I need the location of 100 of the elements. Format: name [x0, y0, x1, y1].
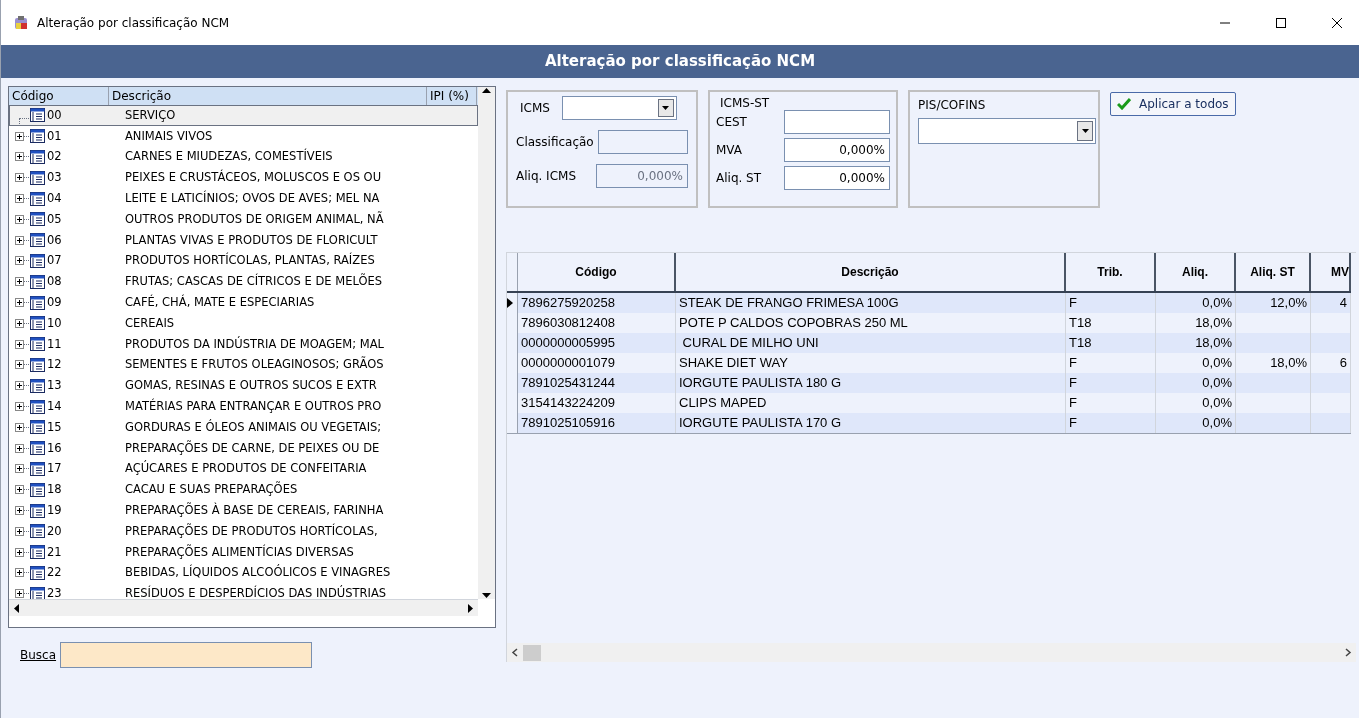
aliq-icms-label: Aliq. ICMS — [516, 168, 576, 185]
tree-item[interactable]: 10 CEREAIS — [9, 312, 478, 334]
icms-label: ICMS — [520, 100, 550, 117]
pis-cofins-title: PIS/COFINS — [918, 97, 987, 114]
scroll-left-icon[interactable] — [511, 648, 519, 657]
tree-item[interactable]: 09 CAFÉ, CHÁ, MATE E ESPECIARIAS — [9, 292, 478, 313]
expand-icon[interactable] — [15, 381, 24, 391]
tree-item[interactable]: 21 PREPARAÇÕES ALIMENTÍCIAS DIVERSAS — [9, 541, 478, 563]
app-icon — [13, 14, 29, 31]
column-header[interactable]: Descrição — [676, 253, 1066, 291]
mva-field[interactable]: 0,000% — [784, 138, 890, 162]
table-icon — [30, 461, 45, 476]
table-cell: F — [1066, 413, 1156, 433]
tree-item[interactable]: 16 PREPARAÇÕES DE CARNE, DE PEIXES OU DE — [9, 437, 478, 459]
expand-icon[interactable] — [15, 235, 24, 245]
aliq-st-field[interactable]: 0,000% — [784, 166, 890, 190]
table-icon — [30, 357, 45, 372]
table-icon — [30, 170, 45, 185]
expand-icon[interactable] — [15, 485, 24, 495]
column-header[interactable]: Aliq. — [1156, 253, 1236, 291]
scroll-right-icon[interactable] — [1344, 648, 1352, 657]
table-icon — [30, 337, 45, 352]
dropdown-arrow-icon — [1081, 129, 1089, 133]
cest-label: CEST — [716, 114, 747, 131]
maximize-icon[interactable] — [1275, 16, 1287, 29]
tree-item[interactable]: 06 PLANTAS VIVAS E PRODUTOS DE FLORICULT — [9, 229, 478, 251]
scroll-right-icon[interactable] — [466, 603, 474, 613]
table-icon — [30, 586, 45, 599]
column-header[interactable]: MV — [1311, 253, 1351, 291]
scroll-thumb[interactable] — [523, 644, 541, 661]
tree-item[interactable]: 13 GOMAS, RESINAS E OUTROS SUCOS E EXTR — [9, 375, 478, 397]
horizontal-scrollbar[interactable] — [507, 643, 1356, 662]
tree-item[interactable]: 20 PREPARAÇÕES DE PRODUTOS HORTÍCOLAS, — [9, 520, 478, 542]
search-field[interactable] — [60, 642, 313, 668]
close-icon[interactable] — [1331, 16, 1343, 29]
expand-icon[interactable] — [15, 402, 24, 412]
scroll-down-icon[interactable] — [482, 591, 491, 599]
pis-cofins-dropdown[interactable] — [918, 118, 1096, 144]
aliq-icms-field[interactable]: 0,000% — [596, 164, 688, 188]
tree-item[interactable]: 00 SERVIÇO — [9, 105, 478, 126]
expand-icon[interactable] — [15, 152, 24, 162]
expand-icon[interactable] — [15, 194, 24, 204]
table-icon — [30, 150, 45, 164]
table-icon — [30, 524, 45, 539]
tree-item[interactable]: 17 AÇÚCARES E PRODUTOS DE CONFEITARIA — [9, 458, 478, 480]
horizontal-scrollbar[interactable] — [9, 599, 478, 616]
column-header[interactable]: Trib. — [1066, 253, 1156, 291]
expand-icon[interactable] — [15, 360, 24, 370]
table-icon — [30, 482, 45, 497]
tree-item[interactable]: 22 BEBIDAS, LÍQUIDOS ALCOÓLICOS E VINAGRES — [9, 562, 478, 584]
expand-icon[interactable] — [15, 506, 24, 516]
expand-icon[interactable] — [15, 131, 24, 141]
row-pointer-icon — [507, 298, 513, 308]
expand-icon[interactable] — [15, 589, 24, 599]
expand-icon[interactable] — [15, 526, 24, 536]
vertical-scrollbar[interactable] — [478, 87, 495, 599]
scroll-left-icon[interactable] — [13, 603, 21, 613]
column-header[interactable]: Código — [518, 253, 676, 291]
tree-item[interactable]: 04 LEITE E LATICÍNIOS; OVOS DE AVES; MEL NA — [9, 188, 478, 209]
expand-icon[interactable] — [15, 298, 24, 308]
table-icon — [30, 441, 45, 456]
table-icon — [30, 378, 45, 393]
row-header[interactable] — [507, 293, 518, 313]
expand-icon[interactable] — [15, 173, 24, 183]
expand-icon[interactable] — [15, 568, 24, 578]
expand-icon[interactable] — [15, 422, 24, 432]
tree-item[interactable]: 14 MATÉRIAS PARA ENTRANÇAR E OUTROS PRO — [9, 396, 478, 417]
apply-all-button[interactable]: Aplicar a todos — [1110, 92, 1236, 116]
expand-icon[interactable] — [15, 339, 24, 349]
table-icon — [30, 399, 45, 414]
tree-item[interactable]: 02 CARNES E MIUDEZAS, COMESTÍVEIS — [9, 146, 478, 168]
tree-item[interactable]: 01 ANIMAIS VIVOS — [9, 125, 478, 147]
table-icon — [30, 565, 45, 580]
cest-field[interactable] — [784, 110, 890, 134]
icms-dropdown[interactable] — [561, 96, 677, 120]
tree-item[interactable]: 03 PEIXES E CRUSTÁCEOS, MOLUSCOS E OS OU — [9, 167, 478, 189]
classificacao-field[interactable] — [597, 130, 688, 154]
tree-item[interactable]: 11 PRODUTOS DA INDÚSTRIA DE MOAGEM; MAL — [9, 333, 478, 355]
scroll-up-icon[interactable] — [482, 87, 491, 95]
table-icon — [30, 108, 45, 123]
tree-item[interactable]: 15 GORDURAS E ÓLEOS ANIMAIS OU VEGETAIS; — [9, 416, 478, 438]
table-icon — [30, 503, 45, 518]
expand-icon[interactable] — [15, 214, 24, 224]
column-header[interactable]: Aliq. ST — [1236, 253, 1311, 291]
tree-item[interactable]: 08 FRUTAS; CASCAS DE CÍTRICOS E DE MELÕES — [9, 271, 478, 293]
icms-st-title: ICMS-ST — [719, 95, 771, 112]
expand-icon[interactable] — [15, 256, 24, 266]
expand-icon[interactable] — [15, 464, 24, 474]
tree-item[interactable]: 05 OUTROS PRODUTOS DE ORIGEM ANIMAL, NÃ — [9, 209, 478, 230]
expand-icon[interactable] — [15, 277, 24, 287]
table-cell: IORGUTE PAULISTA 170 G — [676, 413, 1066, 433]
expand-icon[interactable] — [15, 443, 24, 453]
expand-icon[interactable] — [15, 318, 24, 328]
expand-icon[interactable] — [15, 547, 24, 557]
tree-item[interactable]: 18 CACAU E SUAS PREPARAÇÕES — [9, 479, 478, 501]
tree-item[interactable]: 19 PREPARAÇÕES À BASE DE CEREAIS, FARINHA — [9, 500, 478, 521]
checkmark-icon — [1117, 98, 1131, 110]
table-icon — [30, 274, 45, 289]
tree-item[interactable]: 07 PRODUTOS HORTÍCOLAS, PLANTAS, RAÍZES — [9, 250, 478, 272]
tree-item[interactable]: 12 SEMENTES E FRUTOS OLEAGINOSOS; GRÃOS — [9, 354, 478, 376]
